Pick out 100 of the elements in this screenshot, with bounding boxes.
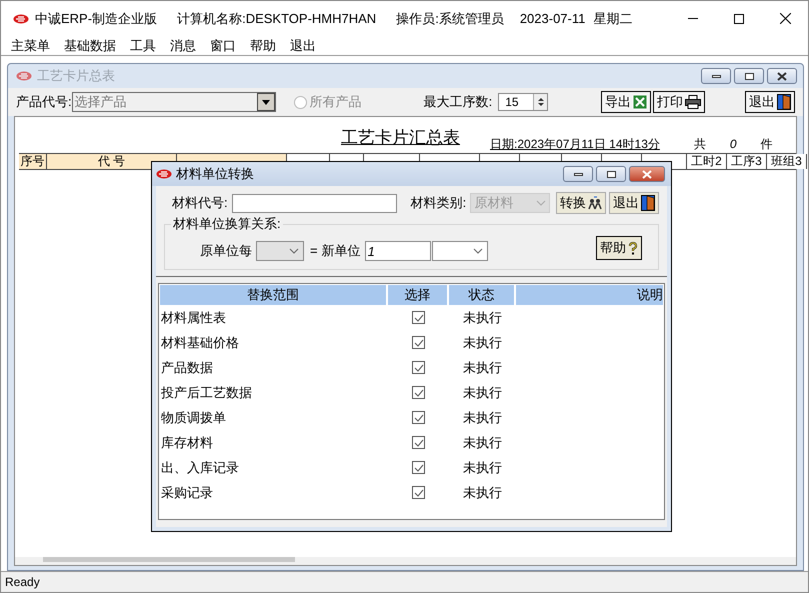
product-select[interactable]: 选择产品 [72, 92, 276, 112]
check-icon [414, 414, 424, 422]
chevron-down-icon [289, 248, 299, 254]
table-cell-text: 库存材料 [160, 434, 214, 452]
max-steps-spinner[interactable]: 15 [498, 93, 548, 111]
new-unit-value-field[interactable]: 1 [364, 241, 431, 261]
table-cell-text: 未执行 [462, 408, 503, 427]
spreadsheet-icon [633, 95, 647, 109]
door-icon [641, 195, 655, 211]
menu-item[interactable]: 退出 [290, 36, 316, 56]
check-icon [414, 364, 424, 372]
row-checkbox[interactable] [412, 311, 425, 324]
report-date-label: 日期: [490, 136, 518, 153]
help-icon [628, 242, 638, 254]
table-cell-text: 未执行 [462, 384, 503, 402]
close-icon [642, 170, 652, 178]
material-code-label: 材料代号: [172, 194, 228, 212]
window-title: 工艺卡片总表 [37, 67, 115, 86]
computer-label: 计算机名称: [177, 10, 246, 28]
maximize-button[interactable] [596, 166, 626, 182]
row-checkbox[interactable] [412, 436, 425, 449]
row-checkbox[interactable] [412, 361, 425, 374]
minimize-button[interactable] [701, 68, 731, 84]
check-icon [414, 488, 424, 496]
table-cell-text: 出、入库记录 [160, 458, 240, 477]
status-text: Ready [5, 574, 40, 591]
close-icon [780, 13, 790, 24]
new-unit-select[interactable] [432, 241, 488, 261]
table-cell-text: 未执行 [462, 308, 503, 327]
menu-item[interactable]: 工具 [130, 36, 156, 56]
operator-label: 操作员: [396, 10, 439, 28]
chevron-down-icon [536, 200, 546, 206]
column-header: 替换范围 [160, 285, 386, 305]
app-title: 中诚ERP-制造企业版 [35, 10, 158, 28]
date-text: 2023-07-11 [520, 10, 586, 28]
report-title: 工艺卡片汇总表 [341, 126, 460, 148]
equals-sign: = [310, 242, 318, 260]
row-checkbox[interactable] [412, 411, 425, 424]
original-unit-select[interactable] [256, 241, 304, 261]
logo-icon [156, 169, 172, 179]
chevron-down-icon [472, 248, 483, 254]
menu-item[interactable]: 主菜单 [11, 36, 50, 56]
report-date: 2023年07月11日 14时13分 [517, 136, 660, 153]
table-cell-text: 未执行 [462, 434, 503, 452]
exit-button[interactable]: 退出 [745, 91, 795, 113]
dropdown-arrow-icon [262, 100, 270, 104]
people-icon [588, 196, 602, 210]
row-checkbox[interactable] [412, 461, 425, 474]
max-steps-label: 最大工序数: [424, 93, 492, 112]
door-icon [777, 94, 791, 110]
row-checkbox[interactable] [412, 386, 425, 399]
menu-item[interactable]: 窗口 [210, 36, 236, 56]
check-icon [414, 438, 424, 446]
table-cell-text: 未执行 [462, 458, 503, 477]
row-checkbox[interactable] [412, 486, 425, 499]
original-unit-label: 原单位每 [200, 242, 252, 260]
table-cell-text: 采购记录 [160, 484, 214, 502]
logo-icon [16, 71, 32, 81]
convert-button[interactable]: 转换 [556, 192, 606, 214]
up-arrow-icon[interactable] [538, 98, 544, 101]
computer-name: DESKTOP-HMH7HAN [246, 10, 376, 28]
exit-button[interactable]: 退出 [609, 192, 659, 214]
category-label: 材料类别: [410, 194, 466, 212]
material-code-field[interactable] [232, 194, 397, 212]
new-unit-label: 新单位 [322, 242, 361, 260]
column-header: 说明 [516, 285, 663, 305]
count-unit: 件 [760, 136, 773, 153]
table-cell-text: 材料属性表 [160, 308, 227, 327]
table-cell-text: 未执行 [462, 358, 503, 377]
check-icon [414, 338, 424, 346]
table-cell-text: 材料基础价格 [160, 334, 240, 352]
dialog-title: 材料单位转换 [176, 165, 254, 184]
menu-item[interactable]: 基础数据 [64, 36, 116, 56]
maximize-button[interactable] [734, 68, 764, 84]
table-cell-text: 未执行 [462, 484, 503, 502]
logo-icon [13, 14, 29, 24]
print-button[interactable]: 打印 [653, 91, 705, 113]
weekday-text: 星期二 [593, 10, 632, 28]
close-button[interactable] [767, 68, 797, 84]
count-value: 0 [730, 136, 737, 153]
check-icon [414, 464, 424, 472]
check-icon [414, 314, 424, 322]
operator-name: 系统管理员 [438, 10, 504, 28]
minimize-button[interactable] [563, 166, 593, 182]
row-checkbox[interactable] [412, 336, 425, 349]
column-header: 序号 [19, 154, 47, 169]
check-icon [414, 388, 424, 396]
column-header: 状态 [449, 285, 514, 305]
count-label: 共 [694, 136, 706, 153]
group-label: 材料单位换算关系: [171, 216, 283, 232]
horizontal-scrollbar[interactable] [15, 557, 796, 565]
product-code-label: 产品代号: [16, 93, 72, 112]
menu-item[interactable]: 消息 [170, 36, 196, 56]
close-icon [777, 72, 787, 80]
table-cell-text: 投产后工艺数据 [160, 384, 253, 402]
help-button[interactable]: 帮助 [596, 236, 642, 260]
down-arrow-icon[interactable] [538, 103, 544, 106]
export-button[interactable]: 导出 [601, 91, 651, 113]
menu-item[interactable]: 帮助 [250, 36, 276, 56]
table-cell-text: 物质调拨单 [160, 408, 227, 427]
